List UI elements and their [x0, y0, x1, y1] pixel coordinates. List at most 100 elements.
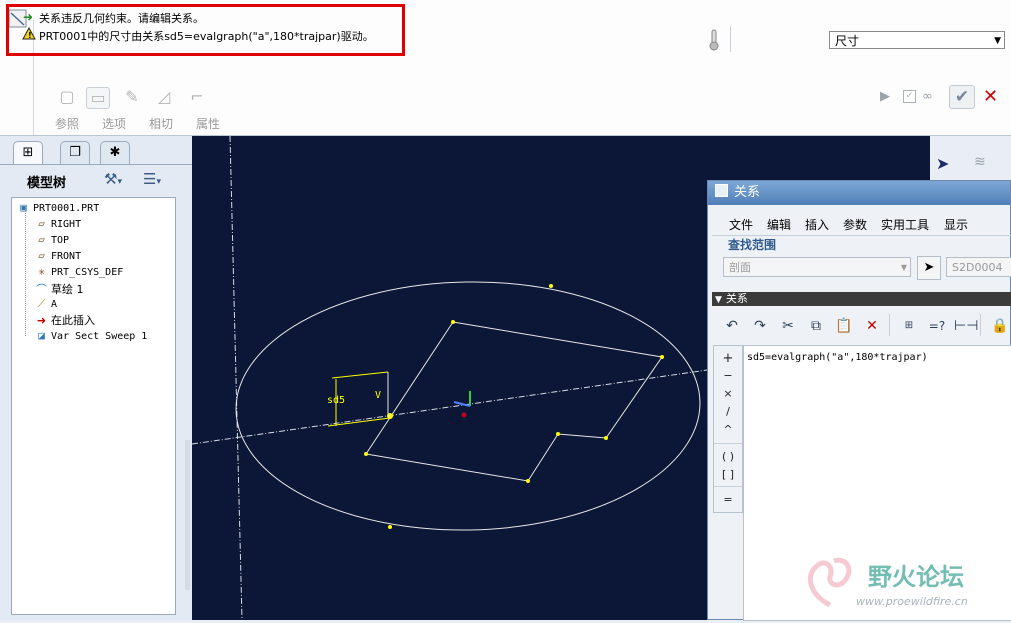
operator-plus[interactable]: +: [714, 351, 742, 366]
glasses-icon[interactable]: ∞: [922, 89, 933, 104]
attributes-icon[interactable]: ⌐: [186, 87, 208, 107]
menu-file[interactable]: 文件: [729, 216, 753, 233]
tab-properties[interactable]: 属性: [196, 115, 220, 132]
thermometer-icon: [708, 29, 720, 51]
tangent-icon[interactable]: ✎: [121, 87, 143, 107]
menu-edit[interactable]: 编辑: [767, 216, 791, 233]
datum-plane-icon: ▱: [38, 217, 45, 230]
scope-select[interactable]: 剖面 ▼: [723, 257, 911, 277]
menu-parameters[interactable]: 参数: [843, 216, 867, 233]
divider: [0, 164, 192, 165]
watermark-logo-icon: [807, 557, 852, 608]
sketch-point: [660, 355, 664, 359]
operator-minus[interactable]: −: [714, 369, 742, 382]
csys-icon: ✳: [38, 265, 45, 278]
sketch-points: [364, 284, 664, 529]
cut-button[interactable]: ✂: [777, 316, 799, 336]
checkbox-icon[interactable]: ✓: [903, 90, 916, 103]
relations-text[interactable]: sd5=evalgraph("a",180*trajpar): [747, 352, 928, 363]
menu-insert[interactable]: 插入: [805, 216, 829, 233]
lock-icon[interactable]: 🔒: [989, 316, 1011, 336]
divider: [714, 443, 742, 444]
tree-node-sweep[interactable]: ◪ Var Sect Sweep 1: [35, 329, 147, 342]
dashboard: ➜ 关系违反几何约束。请编辑关系。 ! PRT0001中的尺寸由关系sd5=ev…: [0, 0, 1011, 136]
select-arrow-icon[interactable]: ➤: [936, 154, 949, 173]
tab-options[interactable]: 选项: [102, 115, 126, 132]
operator-brackets[interactable]: [ ]: [714, 468, 742, 481]
arrow-icon: ➜: [23, 10, 34, 24]
insert-here-icon: ➜: [36, 314, 47, 327]
relations-dialog: 关系 文件 编辑 插入 参数 实用工具 显示 查找范围 剖面 ▼ ➤ S2D000…: [707, 180, 1011, 621]
dimension-select[interactable]: 尺寸 ▼: [829, 31, 1005, 49]
divider: [730, 26, 731, 52]
model-tree-title: 模型树: [27, 176, 67, 191]
sketch-point: [364, 452, 368, 456]
pause-icon[interactable]: ▶: [880, 89, 890, 104]
model-tree-icon: ⊞: [22, 145, 34, 160]
watermark-url: www.proewildfire.cn: [856, 595, 968, 608]
csys-origin: [461, 412, 467, 418]
sketch-point: [388, 525, 392, 529]
cancel-button[interactable]: ✕: [983, 86, 998, 107]
datum-plane-icon: ▱: [38, 233, 45, 246]
copy-button[interactable]: ⧉: [805, 316, 827, 336]
watermark: 野火论坛 www.proewildfire.cn: [800, 555, 1010, 615]
menu-display[interactable]: 显示: [944, 216, 968, 233]
sketch-point: [556, 432, 560, 436]
datum-axis: [229, 135, 243, 621]
dimension-label-sd5[interactable]: sd5: [327, 395, 345, 406]
undo-button[interactable]: ↶: [721, 316, 743, 336]
datum-plane-icon: ▱: [38, 249, 45, 262]
message-line-2: ! PRT0001中的尺寸由关系sd5=evalgraph("a",180*tr…: [22, 26, 374, 44]
panel-splitter[interactable]: [185, 440, 190, 590]
menu-utilities[interactable]: 实用工具: [881, 216, 929, 233]
tree-node-insert-here[interactable]: ➜ 在此插入: [35, 312, 95, 328]
relations-section-header[interactable]: ▼ 关系: [712, 292, 1011, 306]
tree-node-front[interactable]: ▱ FRONT: [35, 249, 81, 262]
tree-settings-button[interactable]: ⚒▾: [104, 170, 122, 188]
part-icon: ▣: [20, 201, 27, 214]
operator-equals[interactable]: =: [714, 493, 742, 506]
chevron-down-icon: ▼: [900, 263, 907, 272]
tree-node-part[interactable]: ▣ PRT0001.PRT: [17, 201, 99, 214]
tab-folder-browser[interactable]: ❐: [60, 141, 90, 164]
sketch-point: [549, 284, 553, 288]
dimension-units-button[interactable]: ⊢⊣: [954, 316, 978, 336]
tree-node-graph[interactable]: ⟋ A: [35, 297, 57, 311]
tab-favorites[interactable]: ✱: [100, 141, 130, 164]
section-field[interactable]: S2D0004: [946, 257, 1011, 277]
paste-button[interactable]: 📋: [833, 316, 855, 336]
operator-multiply[interactable]: ×: [714, 387, 742, 400]
properties-icon[interactable]: ◿: [153, 87, 175, 107]
delete-button[interactable]: ✕: [861, 316, 883, 336]
operator-bar: + − × / ^ ( ) [ ] =: [713, 345, 743, 513]
operator-power[interactable]: ^: [714, 423, 742, 436]
tree-node-right[interactable]: ▱ RIGHT: [35, 217, 81, 230]
watermark-title: 野火论坛: [868, 563, 964, 591]
dimension-line: [331, 371, 389, 379]
tab-references[interactable]: 参照: [55, 115, 79, 132]
operator-divide[interactable]: /: [714, 405, 742, 418]
tab-model-tree[interactable]: ⊞: [13, 141, 43, 164]
redo-button[interactable]: ↷: [749, 316, 771, 336]
operator-parentheses[interactable]: ( ): [714, 450, 742, 463]
tree-node-sketch[interactable]: ⌒ 草绘 1: [35, 281, 84, 297]
warning-icon: !: [22, 26, 36, 43]
chevron-down-icon: ▼: [994, 36, 1001, 46]
sketch-tool-icon[interactable]: ≋: [974, 154, 986, 170]
tab-tangent[interactable]: 相切: [149, 115, 173, 132]
sketch-icon: ⌒: [36, 283, 47, 296]
model-tree: ▣ PRT0001.PRT ▱ RIGHT ▱ TOP ▱ FRONT ✳ PRT_CSY…: [11, 197, 176, 615]
select-section-button[interactable]: ➤: [917, 256, 941, 280]
divider: [889, 314, 890, 336]
reference-icon[interactable]: ▢: [56, 87, 78, 107]
confirm-button[interactable]: ✔: [949, 85, 975, 109]
verify-button[interactable]: =?: [926, 316, 948, 336]
collapse-icon: ▼: [715, 295, 722, 305]
dialog-titlebar[interactable]: 关系: [708, 181, 1010, 205]
options-icon[interactable]: ▭: [86, 87, 110, 109]
tree-node-csys[interactable]: ✳ PRT_CSYS_DEF: [35, 265, 123, 278]
evaluate-icon[interactable]: ⊞: [898, 316, 920, 336]
tree-node-top[interactable]: ▱ TOP: [35, 233, 69, 246]
tree-show-button[interactable]: ☰▾: [143, 170, 161, 188]
